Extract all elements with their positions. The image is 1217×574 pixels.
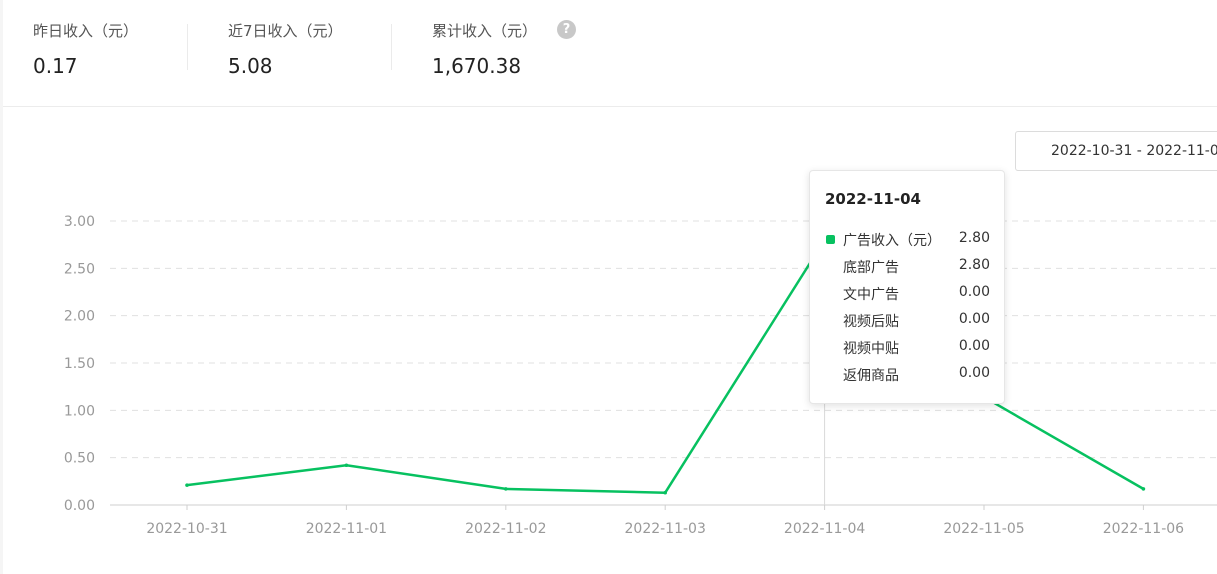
- tooltip-row-ad-income: 广告收入（元） 2.80: [810, 230, 1006, 250]
- tooltip-row-label: 视频后贴: [843, 314, 899, 330]
- tooltip-date: 2022-11-04: [825, 190, 921, 208]
- x-tick-label: 2022-11-06: [1103, 521, 1184, 537]
- data-point: [1141, 487, 1146, 491]
- series-color-marker: [826, 235, 835, 244]
- data-point: [504, 487, 508, 491]
- y-tick-label: 1.50: [64, 356, 95, 372]
- y-tick-label: 1.00: [64, 403, 95, 419]
- y-tick-label: 2.50: [64, 261, 95, 277]
- tooltip-row-label: 文中广告: [843, 287, 899, 303]
- date-range-text: 2022-10-31 - 2022-11-06: [1051, 143, 1217, 159]
- y-tick-label: 0.00: [64, 498, 95, 514]
- tooltip-row-video-midroll: 视频中贴 0.00: [810, 338, 1006, 358]
- tooltip-row-value: 0.00: [958, 365, 990, 381]
- tooltip-row-label: 返佣商品: [843, 368, 899, 384]
- x-tick-label: 2022-11-03: [625, 521, 706, 537]
- tooltip-row-label: 底部广告: [843, 260, 899, 276]
- tooltip-row-value: 2.80: [958, 257, 990, 273]
- tooltip-row-video-postroll: 视频后贴 0.00: [810, 311, 1006, 331]
- x-tick-label: 2022-10-31: [146, 521, 227, 537]
- x-tick-label: 2022-11-05: [943, 521, 1024, 537]
- x-tick-label: 2022-11-02: [465, 521, 546, 537]
- data-point: [344, 463, 349, 468]
- tooltip-row-value: 2.80: [958, 230, 990, 246]
- x-tick-label: 2022-11-04: [784, 521, 865, 537]
- tooltip-row-value: 0.00: [958, 311, 990, 327]
- tooltip-row-inline-ad: 文中广告 0.00: [810, 284, 1006, 304]
- date-range-picker[interactable]: 2022-10-31 - 2022-11-06: [1015, 131, 1217, 171]
- income-line-chart: 0.00 0.50 1.00 1.50 2.00 2.50 3.00 2022-10-31 20…: [64, 214, 1217, 537]
- tooltip-row-commission-goods: 返佣商品 0.00: [810, 365, 1006, 385]
- chart-tooltip: 2022-11-04 广告收入（元） 2.80 底部广告 2.80 文中广告 0…: [809, 170, 1005, 404]
- tooltip-row-value: 0.00: [958, 338, 990, 354]
- y-tick-label: 0.50: [64, 451, 95, 467]
- tooltip-row-label: 广告收入（元）: [843, 233, 941, 249]
- data-point: [663, 490, 667, 495]
- income-panel: 昨日收入（元） 0.17 近7日收入（元） 5.08 累计收入（元） 1,670…: [3, 0, 1217, 574]
- tooltip-row-value: 0.00: [958, 284, 990, 300]
- y-tick-label: 2.00: [64, 309, 95, 325]
- tooltip-row-label: 视频中贴: [843, 341, 899, 357]
- data-point: [185, 483, 189, 487]
- y-tick-label: 3.00: [64, 214, 95, 230]
- tooltip-row-bottom-ad: 底部广告 2.80: [810, 257, 1006, 277]
- x-tick-label: 2022-11-01: [306, 521, 387, 537]
